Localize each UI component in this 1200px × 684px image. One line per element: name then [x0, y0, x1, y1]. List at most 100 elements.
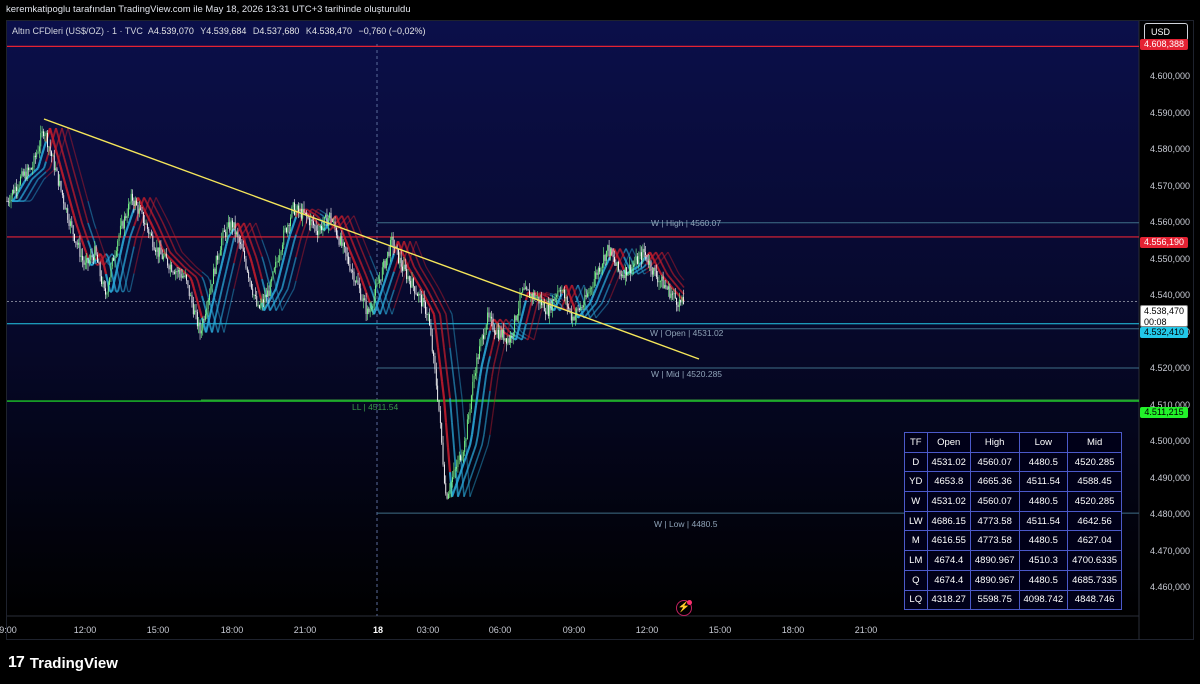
- candle-body: [113, 258, 115, 261]
- candle-body: [264, 294, 266, 303]
- candle-body: [14, 186, 16, 194]
- table-row: M 4616.55 4773.58 4480.5 4627.04: [904, 530, 1123, 552]
- candle-body: [371, 308, 372, 310]
- candle-body: [411, 278, 413, 288]
- candle-body: [493, 329, 495, 333]
- candle-body: [225, 232, 227, 237]
- candle-body: [484, 332, 486, 339]
- ribbon-segment: [183, 266, 187, 270]
- table-cell: YD: [904, 471, 928, 493]
- candle-body: [350, 270, 352, 272]
- candle-body: [29, 168, 31, 171]
- candle-body: [491, 316, 493, 319]
- candle-body: [250, 281, 252, 289]
- candle-body: [283, 230, 285, 245]
- table-header-cell: TF: [904, 432, 928, 453]
- candle-body: [500, 330, 502, 338]
- candle-body: [130, 193, 132, 203]
- candle-body: [149, 233, 151, 235]
- candle-body: [583, 305, 584, 308]
- candle-body: [646, 254, 648, 261]
- candle-body: [21, 171, 23, 177]
- ribbon-segment: [633, 270, 637, 274]
- candle-body: [303, 208, 305, 213]
- candle-body: [635, 256, 637, 264]
- candle-body: [418, 293, 420, 297]
- candle-body: [13, 189, 15, 194]
- symbol-name: Altın CFDleri (US$/OZ) · 1 · TVC: [12, 26, 143, 36]
- candle-body: [497, 329, 499, 339]
- candle-body: [385, 258, 387, 269]
- candle-body: [310, 219, 312, 226]
- candle-body: [651, 270, 653, 275]
- candle-body: [430, 325, 432, 336]
- candle-body: [558, 290, 560, 292]
- table-cell: 4480.5: [1018, 530, 1069, 552]
- candle-body: [242, 248, 244, 251]
- candle-body: [630, 264, 632, 274]
- candle-body: [504, 338, 506, 341]
- candle-body: [658, 281, 660, 283]
- candle-body: [457, 460, 459, 468]
- ribbon-segment: [515, 335, 519, 339]
- table-cell: LM: [904, 550, 928, 571]
- ribbon-segment: [547, 293, 551, 296]
- candle-body: [110, 266, 112, 278]
- candle-body: [499, 330, 501, 339]
- table-cell: 4665.36: [969, 471, 1020, 493]
- table-cell: D: [904, 451, 928, 473]
- ribbon-segment: [171, 259, 175, 264]
- ribbon-segment: [517, 336, 521, 340]
- candle-body: [508, 338, 510, 343]
- candle-body: [273, 267, 275, 272]
- candle-body: [375, 285, 376, 296]
- candle-body: [271, 278, 273, 282]
- candle-body: [70, 221, 71, 226]
- ribbon-segment: [41, 167, 45, 171]
- candle-body: [281, 244, 283, 252]
- candle-body: [535, 297, 537, 299]
- candle-body: [614, 257, 615, 263]
- candle-body: [296, 205, 298, 210]
- candle-body: [218, 255, 220, 260]
- candle-body: [18, 184, 20, 188]
- candle-body: [422, 297, 424, 307]
- candle-body: [580, 306, 582, 310]
- candle-body: [454, 468, 456, 471]
- candle-body: [365, 300, 367, 314]
- candle-body: [330, 212, 332, 221]
- candle-body: [84, 262, 86, 265]
- candle-body: [615, 262, 617, 266]
- candle-body: [191, 295, 193, 304]
- candle-body: [610, 248, 611, 256]
- candle-body: [475, 373, 476, 376]
- table-cell: 4531.02: [926, 451, 971, 473]
- candle-body: [253, 294, 255, 296]
- candle-body: [587, 293, 588, 297]
- candle-body: [600, 267, 602, 272]
- candle-body: [526, 287, 528, 290]
- candle-body: [556, 295, 557, 298]
- candle-body: [146, 223, 148, 229]
- candle-body: [65, 208, 67, 210]
- candle-body: [456, 467, 457, 469]
- candle-body: [207, 300, 209, 310]
- table-row: D 4531.02 4560.07 4480.5 4520.285: [904, 451, 1123, 473]
- ribbon-segment: [521, 335, 525, 339]
- candle-body: [82, 255, 84, 261]
- table-cell: 4616.55: [926, 530, 971, 552]
- candle-body: [403, 264, 405, 271]
- candle-body: [26, 167, 28, 180]
- candle-body: [335, 227, 337, 236]
- candle-body: [117, 240, 119, 252]
- candle-body: [681, 296, 683, 303]
- candle-body: [294, 202, 295, 215]
- candle-body: [344, 242, 345, 247]
- candle-body: [187, 280, 189, 286]
- candle-body: [487, 312, 489, 325]
- candle-body: [277, 261, 279, 262]
- candle-body: [94, 246, 96, 261]
- close-value: 4.538,470: [311, 26, 352, 36]
- candle-body: [102, 281, 104, 285]
- candle-body: [257, 305, 259, 306]
